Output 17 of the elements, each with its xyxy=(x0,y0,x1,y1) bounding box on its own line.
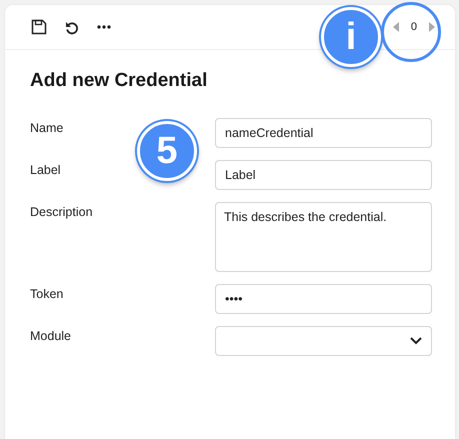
field-label: Token xyxy=(30,286,64,302)
field-label: Name xyxy=(30,120,64,136)
more-button[interactable] xyxy=(95,23,113,31)
input-field[interactable]: •••• xyxy=(215,284,432,314)
text-area[interactable]: This describes the credential. xyxy=(215,202,432,272)
step-marker: 5 xyxy=(137,121,197,181)
input-field[interactable]: nameCredential xyxy=(215,118,432,148)
save-button[interactable] xyxy=(29,17,49,37)
page-number: 0 xyxy=(410,20,417,35)
field-label: Label xyxy=(30,162,62,178)
form-title: Add new Credential xyxy=(30,69,208,93)
step-marker: i xyxy=(321,7,381,67)
input-field[interactable]: Label xyxy=(215,160,432,190)
chevron-down-icon xyxy=(410,336,422,344)
field-label: Module xyxy=(30,328,72,344)
select-field[interactable] xyxy=(215,326,432,356)
field-label: Description xyxy=(30,204,94,221)
